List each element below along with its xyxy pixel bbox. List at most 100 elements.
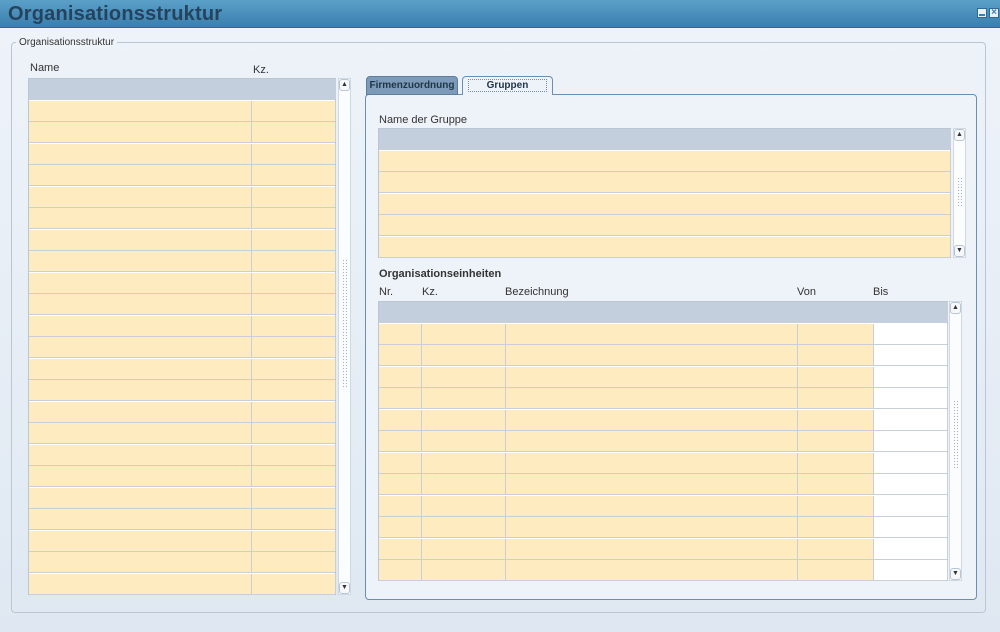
table-row[interactable] <box>29 208 336 229</box>
table-row[interactable] <box>379 452 948 474</box>
table-cell[interactable] <box>29 401 252 422</box>
table-cell[interactable] <box>379 150 951 171</box>
table-cell[interactable] <box>874 409 948 430</box>
table-cell[interactable] <box>29 552 252 572</box>
table-cell[interactable] <box>422 431 506 451</box>
table-row[interactable] <box>379 366 948 388</box>
table-cell[interactable] <box>506 474 798 494</box>
table-cell[interactable] <box>379 560 422 580</box>
scroll-grip[interactable] <box>953 400 958 470</box>
table-cell[interactable] <box>29 423 252 443</box>
table-cell[interactable] <box>422 538 506 559</box>
scroll-down-icon[interactable]: ▼ <box>950 568 961 580</box>
table-cell[interactable] <box>798 452 874 473</box>
table-cell[interactable] <box>379 172 951 192</box>
table-row[interactable] <box>29 401 336 423</box>
table-cell[interactable] <box>29 186 252 207</box>
table-cell[interactable] <box>874 495 948 516</box>
table-cell[interactable] <box>874 366 948 387</box>
table-cell[interactable] <box>29 165 252 185</box>
table-cell[interactable] <box>422 560 506 580</box>
table-cell[interactable] <box>422 452 506 473</box>
tab-firmenzuordnung[interactable]: Firmenzuordnung <box>366 76 458 95</box>
table-cell[interactable] <box>379 215 951 235</box>
tab-gruppen[interactable]: Gruppen <box>462 76 553 95</box>
table-row[interactable] <box>29 251 336 272</box>
table-cell[interactable] <box>29 573 252 594</box>
table-cell[interactable] <box>252 530 336 551</box>
table-cell[interactable] <box>29 122 252 142</box>
table-row[interactable] <box>29 315 336 337</box>
gruppen-scrollbar[interactable]: ▲ ▼ <box>953 128 966 258</box>
table-cell[interactable] <box>379 409 422 430</box>
table-cell[interactable] <box>252 272 336 293</box>
table-cell[interactable] <box>252 401 336 422</box>
table-cell[interactable] <box>379 517 422 537</box>
minimize-icon[interactable] <box>977 8 987 18</box>
table-cell[interactable] <box>252 122 336 142</box>
table-row[interactable] <box>29 423 336 444</box>
table-cell[interactable] <box>29 509 252 529</box>
table-cell[interactable] <box>379 538 422 559</box>
table-cell[interactable] <box>29 487 252 508</box>
table-cell[interactable] <box>874 388 948 408</box>
table-row[interactable] <box>29 143 336 165</box>
table-row[interactable] <box>379 345 948 366</box>
table-cell[interactable] <box>422 495 506 516</box>
table-cell[interactable] <box>422 345 506 365</box>
table-cell[interactable] <box>422 409 506 430</box>
table-cell[interactable] <box>252 208 336 228</box>
table-cell[interactable] <box>874 560 948 580</box>
table-cell[interactable] <box>379 474 422 494</box>
table-cell[interactable] <box>379 193 951 214</box>
table-cell[interactable] <box>29 251 252 271</box>
table-row[interactable] <box>29 487 336 509</box>
table-cell[interactable] <box>252 315 336 336</box>
table-cell[interactable] <box>379 345 422 365</box>
table-row[interactable] <box>379 150 951 172</box>
table-row[interactable] <box>379 236 951 258</box>
table-row[interactable] <box>29 229 336 251</box>
table-cell[interactable] <box>798 538 874 559</box>
table-row[interactable] <box>29 186 336 208</box>
table-cell[interactable] <box>252 466 336 486</box>
table-cell[interactable] <box>506 495 798 516</box>
table-cell[interactable] <box>379 366 422 387</box>
table-row[interactable] <box>29 337 336 358</box>
table-cell[interactable] <box>798 345 874 365</box>
table-cell[interactable] <box>252 186 336 207</box>
table-cell[interactable] <box>798 517 874 537</box>
table-cell[interactable] <box>874 517 948 537</box>
table-cell[interactable] <box>506 345 798 365</box>
table-row[interactable] <box>379 517 948 538</box>
table-row[interactable] <box>379 215 951 236</box>
table-row[interactable] <box>379 172 951 193</box>
table-cell[interactable] <box>29 229 252 250</box>
table-row[interactable] <box>29 165 336 186</box>
table-cell[interactable] <box>379 323 422 344</box>
table-row[interactable] <box>29 272 336 294</box>
table-cell[interactable] <box>798 474 874 494</box>
table-cell[interactable] <box>874 538 948 559</box>
table-cell[interactable] <box>422 388 506 408</box>
table-row[interactable] <box>379 538 948 560</box>
table-cell[interactable] <box>252 337 336 357</box>
table-cell[interactable] <box>252 294 336 314</box>
table-cell[interactable] <box>29 380 252 400</box>
table-cell[interactable] <box>798 431 874 451</box>
table-cell[interactable] <box>798 366 874 387</box>
table-cell[interactable] <box>252 100 336 121</box>
table-cell[interactable] <box>252 143 336 164</box>
table-cell[interactable] <box>506 366 798 387</box>
table-row[interactable] <box>29 380 336 401</box>
table-row[interactable] <box>379 323 948 345</box>
table-cell[interactable] <box>798 323 874 344</box>
table-row[interactable] <box>379 560 948 581</box>
table-cell[interactable] <box>29 358 252 379</box>
table-cell[interactable] <box>252 552 336 572</box>
table-cell[interactable] <box>252 509 336 529</box>
table-cell[interactable] <box>506 409 798 430</box>
table-cell[interactable] <box>506 560 798 580</box>
table-cell[interactable] <box>252 380 336 400</box>
table-row[interactable] <box>29 509 336 530</box>
